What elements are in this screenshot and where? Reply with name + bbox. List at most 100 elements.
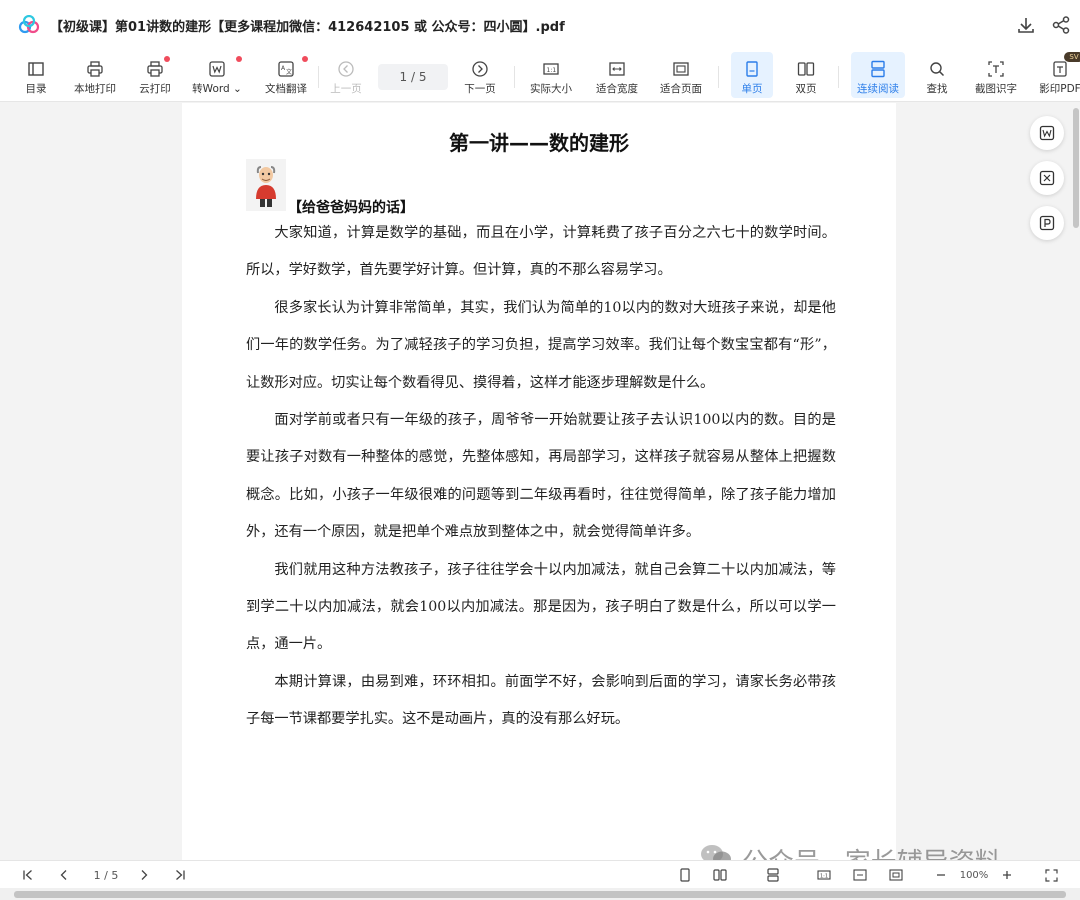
first-page-button[interactable] <box>20 867 36 883</box>
to-word-notify-dot <box>236 56 242 62</box>
document-viewer[interactable]: 第一讲——数的建形 【给爸爸妈妈的话】 大家知道，计算是数学的基础，而且在小学，… <box>0 103 1080 860</box>
svip-badge: SV <box>1064 52 1080 62</box>
printer-icon <box>87 61 103 77</box>
two-page-button[interactable]: 双页 <box>786 52 826 98</box>
fullscreen-icon <box>1044 868 1058 882</box>
first-page-icon <box>23 870 32 880</box>
ocr-capture-button[interactable]: 截图识字 <box>972 52 1020 98</box>
prev-page-label: 上一页 <box>330 83 362 95</box>
actual-size-label: 实际大小 <box>530 83 572 95</box>
paragraph: 面对学前或者只有一年级的孩子，周爷爷一开始就要让孩子去认识100以内的数。目的是… <box>246 412 836 541</box>
find-button[interactable]: 查找 <box>918 52 956 98</box>
paragraph: 很多家长认为计算非常简单，其实，我们认为简单的10以内的数对大班孩子来说，却是他… <box>246 299 836 391</box>
translate-notify-dot <box>302 56 308 62</box>
scan-pdf-icon <box>1053 61 1067 77</box>
toolbar-divider <box>514 66 515 88</box>
local-print-button[interactable]: 本地打印 <box>70 52 120 98</box>
toc-label: 目录 <box>25 83 47 95</box>
word-icon <box>1039 125 1055 141</box>
continuous-scroll-icon <box>767 868 779 882</box>
toc-icon <box>28 62 44 76</box>
excel-icon <box>1039 170 1055 186</box>
fit-width-icon <box>853 869 867 881</box>
share-icon[interactable] <box>1051 15 1071 35</box>
bottom-bar: 1 / 5 1:1 100% <box>0 860 1080 888</box>
screenshot-ocr-icon <box>988 61 1004 77</box>
two-page-label: 双页 <box>795 83 817 95</box>
app-logo-icon <box>18 15 40 34</box>
horizontal-scrollbar-thumb[interactable] <box>14 891 1066 898</box>
svg-text:1:1: 1:1 <box>820 874 828 880</box>
single-page-icon <box>680 868 690 882</box>
float-to-excel-button[interactable] <box>1030 161 1064 195</box>
zoom-out-button[interactable] <box>934 867 948 883</box>
single-page-button[interactable]: 单页 <box>731 52 773 98</box>
translate-icon: A文 <box>278 61 294 77</box>
scan-pdf-label: 影印PDF <box>1039 83 1080 95</box>
find-label: 查找 <box>926 83 948 95</box>
vertical-scrollbar[interactable] <box>1073 108 1079 228</box>
fit-width-button[interactable]: 适合宽度 <box>592 52 642 98</box>
next-page-small-button[interactable] <box>136 867 152 883</box>
float-to-word-button[interactable] <box>1030 116 1064 150</box>
bottom-single-page-button[interactable] <box>676 867 694 883</box>
bottom-actual-size-button[interactable]: 1:1 <box>814 867 834 883</box>
prev-page-button[interactable]: 上一页 <box>326 52 366 98</box>
last-page-icon <box>176 870 185 880</box>
two-page-icon <box>797 62 815 76</box>
last-page-button[interactable] <box>172 867 188 883</box>
translate-label: 文档翻译 <box>265 83 307 95</box>
bottom-page-indicator[interactable]: 1 / 5 <box>84 867 128 883</box>
bottom-continuous-button[interactable] <box>764 867 782 883</box>
toc-button[interactable]: 目录 <box>16 52 56 98</box>
local-print-label: 本地打印 <box>74 83 116 95</box>
fit-page-icon <box>889 869 903 881</box>
zoom-in-button[interactable] <box>1000 867 1014 883</box>
svg-text:文: 文 <box>286 68 292 76</box>
page-number-input[interactable]: 1 / 5 <box>378 64 448 90</box>
body-text: 大家知道，计算是数学的基础，而且在小学，计算耗费了孩子百分之六七十的数学时间。所… <box>246 215 836 739</box>
horizontal-scrollbar[interactable] <box>0 888 1080 900</box>
paragraph: 我们就用这种方法教孩子，孩子往往学会十以内加减法，就自己会算二十以内加减法，等到… <box>246 561 836 653</box>
next-page-button[interactable]: 下一页 <box>460 52 500 98</box>
download-icon[interactable] <box>1016 15 1036 35</box>
ppt-icon <box>1039 215 1055 231</box>
paragraph: 大家知道，计算是数学的基础，而且在小学，计算耗费了孩子百分之六七十的数学时间。所… <box>246 225 836 279</box>
fullscreen-button[interactable] <box>1042 867 1060 883</box>
actual-size-button[interactable]: 1:1 实际大小 <box>526 52 576 98</box>
pdf-page: 第一讲——数的建形 【给爸爸妈妈的话】 大家知道，计算是数学的基础，而且在小学，… <box>182 103 896 860</box>
zoom-level[interactable]: 100% <box>954 867 994 883</box>
fit-page-button[interactable]: 适合页面 <box>656 52 706 98</box>
next-page-label: 下一页 <box>464 83 496 95</box>
bottom-two-page-button[interactable] <box>710 867 730 883</box>
prev-page-small-button[interactable] <box>56 867 72 883</box>
title-bar: 【初级课】第01讲数的建形【更多课程加微信：412642105 或 公众号：四小… <box>0 0 1080 50</box>
word-icon <box>209 61 225 77</box>
toolbar: 目录 本地打印 云打印 转Word ⌄ A文 文档翻译 上一页 下一页 1:1 … <box>0 50 1080 102</box>
chevron-left-icon <box>60 870 67 880</box>
single-page-label: 单页 <box>741 83 763 95</box>
section-heading: 【给爸爸妈妈的话】 <box>288 200 414 216</box>
ocr-capture-label: 截图识字 <box>975 83 1017 95</box>
chevron-right-icon <box>141 870 148 880</box>
fit-width-icon <box>609 62 625 76</box>
page-title: 第一讲——数的建形 <box>449 131 629 155</box>
float-to-ppt-button[interactable] <box>1030 206 1064 240</box>
single-page-icon <box>746 61 758 77</box>
continuous-read-button[interactable]: 连续阅读 <box>851 52 905 98</box>
toolbar-divider <box>838 66 839 88</box>
search-icon <box>930 62 945 77</box>
cloud-print-label: 云打印 <box>139 83 171 95</box>
fit-page-icon <box>673 62 689 76</box>
chevron-left-circle-icon <box>338 61 354 77</box>
document-title: 【初级课】第01讲数的建形【更多课程加微信：412642105 或 公众号：四小… <box>50 20 565 35</box>
grandpa-avatar-image <box>246 159 286 211</box>
continuous-read-label: 连续阅读 <box>857 83 899 95</box>
chevron-right-circle-icon <box>472 61 488 77</box>
bottom-fit-width-button[interactable] <box>850 867 870 883</box>
two-page-icon <box>713 869 727 881</box>
continuous-scroll-icon <box>871 60 885 78</box>
cloud-print-notify-dot <box>164 56 170 62</box>
svg-text:1:1: 1:1 <box>547 67 557 74</box>
bottom-fit-page-button[interactable] <box>886 867 906 883</box>
